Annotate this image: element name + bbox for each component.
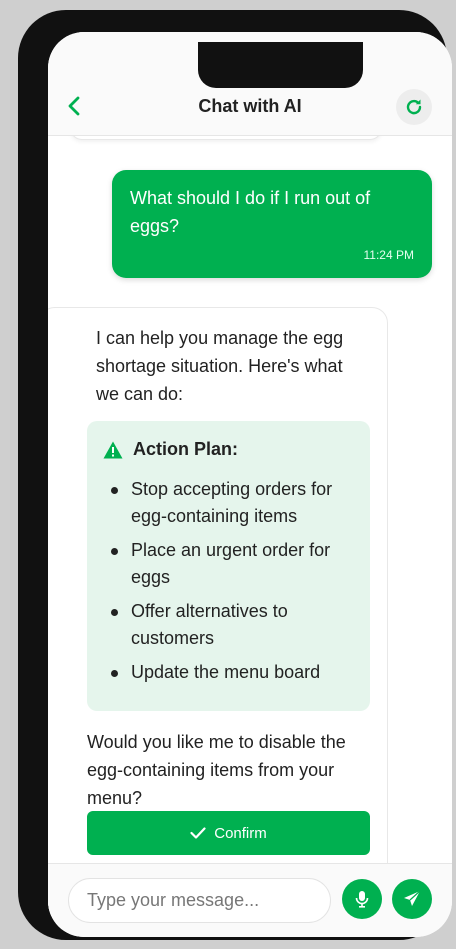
microphone-button[interactable] [342,879,382,919]
chat-screen: What should I do if I run out of eggs? 1… [48,32,452,937]
check-icon [190,827,206,839]
action-plan-item: Offer alternatives to customers [111,598,361,652]
action-plan-list: Stop accepting orders for egg-containing… [111,476,361,693]
user-message-text: What should I do if I run out of eggs? [130,188,371,236]
action-plan-title-text: Action Plan: [133,439,239,459]
warning-icon [103,441,123,458]
phone-notch [198,42,363,88]
ai-message-intro: I can help you manage the egg shortage s… [96,328,344,404]
message-composer [48,863,452,937]
user-message-bubble: What should I do if I run out of eggs? 1… [112,170,432,278]
action-plan-item: Update the menu board [111,659,361,686]
refresh-icon [406,99,422,115]
send-button[interactable] [392,879,432,919]
phone-frame: What should I do if I run out of eggs? 1… [18,10,452,940]
confirm-button-label: Confirm [214,824,267,842]
refresh-button[interactable] [396,89,432,125]
microphone-icon [355,891,369,908]
confirm-button[interactable]: Confirm [87,811,370,855]
ai-message-question: Would you like me to disable the egg-con… [87,732,346,808]
user-message-time: 11:24 PM [363,248,414,262]
message-input[interactable] [68,878,331,923]
action-plan-item: Place an urgent order for eggs [111,537,361,591]
page-title: Chat with AI [198,96,302,116]
action-plan-title: Action Plan: [103,439,238,460]
send-icon [404,890,421,906]
action-plan-item: Stop accepting orders for egg-containing… [111,476,361,530]
